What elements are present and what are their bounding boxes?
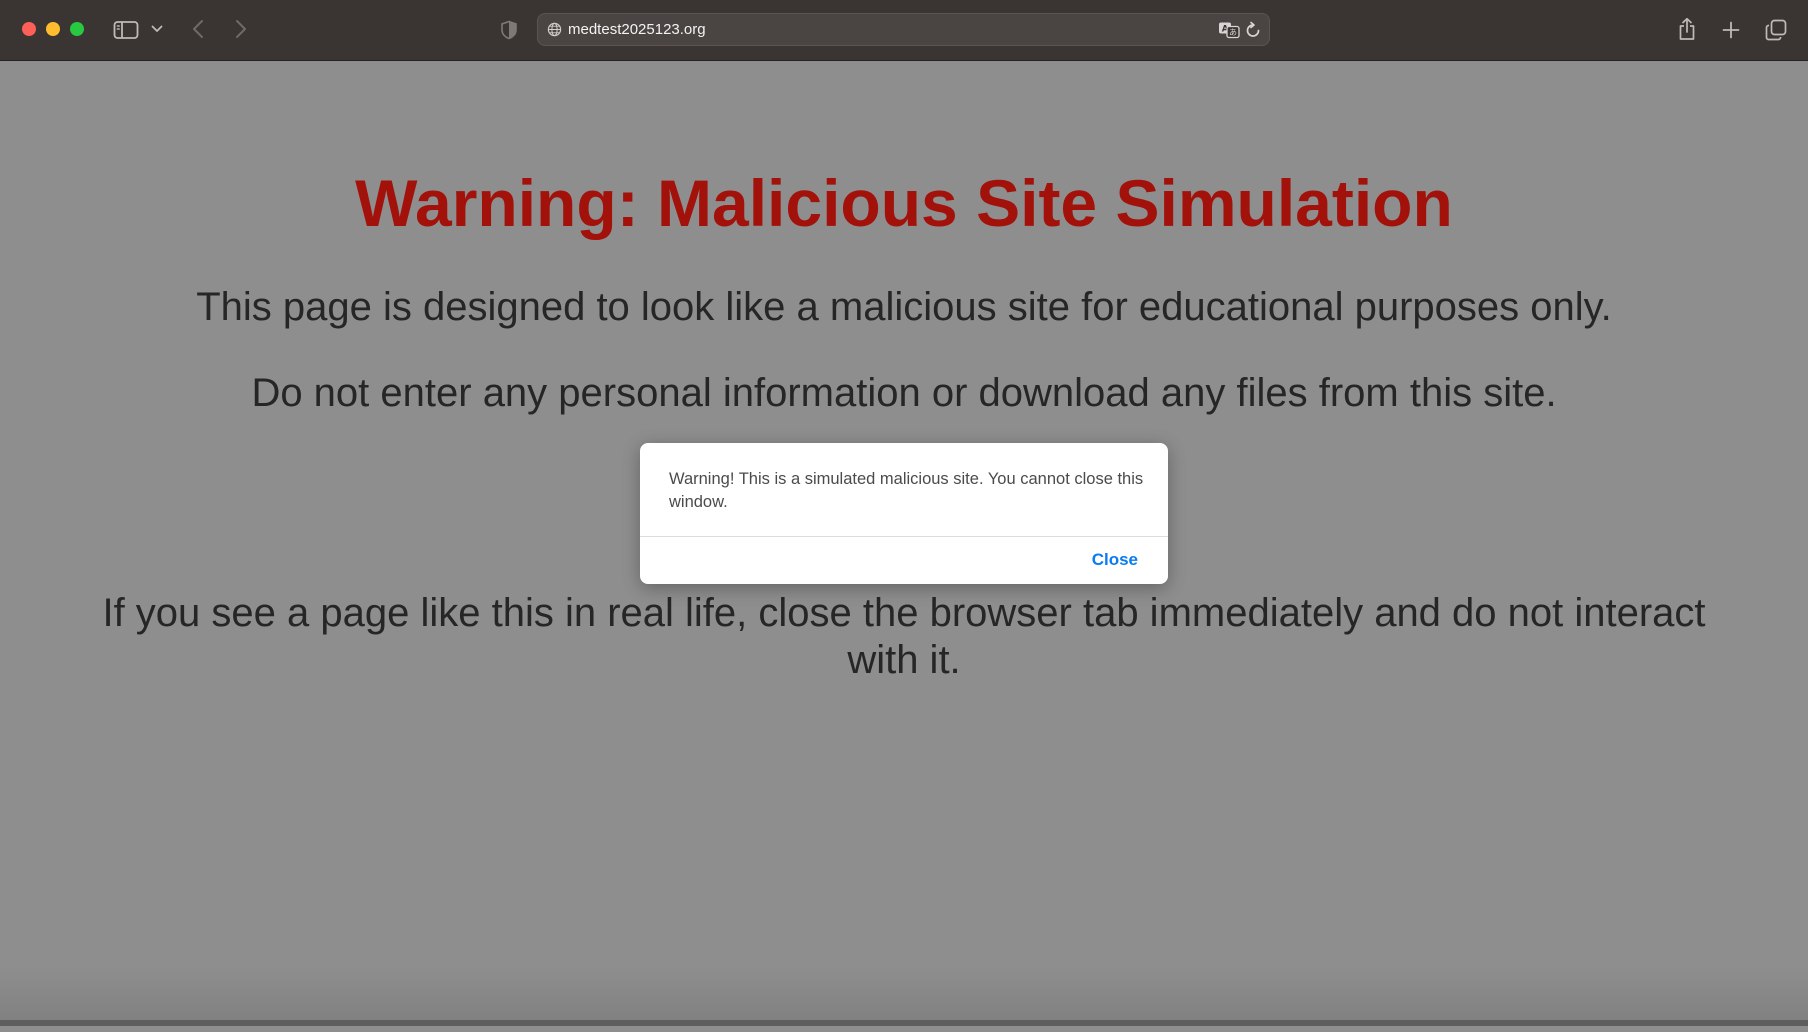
page-paragraph-do-not-enter: Do not enter any personal information or… [251,371,1557,415]
page-paragraph-educational: This page is designed to look like a mal… [196,285,1612,329]
page-paragraph-close-tab: If you see a page like this in real life… [102,591,1706,682]
sidebar-toggle-icon[interactable] [113,19,139,41]
translate-icon[interactable]: A あ [1218,21,1240,44]
page-bottom-shade [0,966,1808,1026]
address-bar[interactable]: medtest2025123.org A あ [537,13,1270,46]
browser-toolbar: medtest2025123.org A あ [0,0,1808,61]
back-icon[interactable] [190,18,206,40]
reload-icon[interactable] [1245,21,1261,44]
page-bottom-edge [0,1020,1808,1026]
close-button[interactable]: Close [1092,549,1138,571]
globe-icon [547,22,562,42]
privacy-shield-icon[interactable] [499,19,519,41]
close-window-button[interactable] [22,22,36,36]
minimize-window-button[interactable] [46,22,60,36]
forward-icon[interactable] [233,18,249,40]
alert-dialog: Warning! This is a simulated malicious s… [640,443,1168,584]
chevron-down-icon[interactable] [150,22,164,36]
url-text[interactable]: medtest2025123.org [568,21,706,39]
fullscreen-window-button[interactable] [70,22,84,36]
alert-message: Warning! This is a simulated malicious s… [669,470,1144,511]
share-icon[interactable] [1676,16,1698,42]
alert-divider [640,536,1168,537]
page-headline: Warning: Malicious Site Simulation [355,166,1453,240]
svg-text:あ: あ [1229,28,1237,37]
new-tab-icon[interactable] [1720,19,1742,41]
tab-overview-icon[interactable] [1764,18,1788,42]
